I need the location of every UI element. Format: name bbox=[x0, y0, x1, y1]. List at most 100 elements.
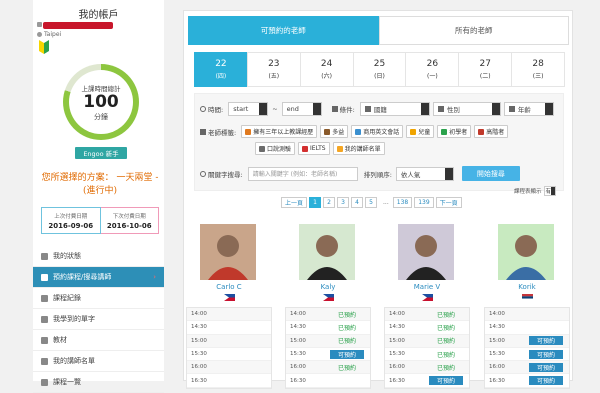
teacher-card[interactable]: Korik 14:00 14:30 15:00 可預約 15:30 可預約 16:00 可預約 1… bbox=[484, 216, 570, 389]
next-payment-box: 下次付費日期 2016-10-06 bbox=[100, 207, 159, 234]
tab-all-teachers[interactable]: 所有的老師 bbox=[378, 16, 569, 45]
teacher-card[interactable]: Kaly 14:00 已預約 14:30 已預約 15:00 已預約 15:30 可預約 16:0… bbox=[285, 216, 371, 389]
page-button[interactable]: 5 bbox=[365, 197, 378, 208]
teacher-name[interactable]: Carlo C bbox=[186, 283, 272, 291]
sidebar-item-label: 課程一覽 bbox=[53, 378, 81, 386]
teacher-tag-6[interactable]: 口說測驗 bbox=[255, 142, 296, 155]
teacher-tag-label: 初學者 bbox=[449, 129, 468, 136]
time-range-separator: ~ bbox=[272, 105, 278, 113]
keyword-input[interactable]: 請輸入關鍵字 (例如：老師名稱) bbox=[247, 166, 358, 181]
book-slot-button[interactable]: 可預約 bbox=[330, 349, 364, 359]
schedule-slot[interactable]: 14:30 已預約 bbox=[385, 321, 469, 335]
day-tab-25[interactable]: 25 (日) bbox=[352, 52, 407, 87]
teacher-tag-label: IELTS bbox=[310, 145, 326, 152]
book-slot-button[interactable]: 可預約 bbox=[529, 362, 563, 372]
page-button[interactable]: 139 bbox=[414, 197, 434, 208]
page-button[interactable]: 2 bbox=[323, 197, 336, 208]
schedule-slot[interactable]: 16:30 可預約 bbox=[485, 374, 569, 388]
schedule-slot[interactable]: 14:00 已預約 bbox=[286, 308, 370, 322]
teacher-name[interactable]: Korik bbox=[484, 283, 570, 291]
per-page-select[interactable]: 有 bbox=[543, 186, 556, 196]
schedule-slot[interactable]: 15:00 可預約 bbox=[485, 334, 569, 348]
teacher-photo[interactable] bbox=[398, 224, 454, 280]
prev-page-button[interactable]: 上一頁 bbox=[281, 197, 308, 208]
schedule-slot[interactable]: 16:30 可預約 bbox=[385, 374, 469, 388]
nationality-select[interactable]: 國籍 bbox=[359, 102, 430, 116]
slot-time: 14:30 bbox=[389, 324, 405, 331]
time-gauge: 上課時間總計 100 分鐘 bbox=[63, 64, 139, 140]
teacher-tag-1[interactable]: 多益 bbox=[320, 125, 349, 138]
teacher-tag-7[interactable]: IELTS bbox=[298, 142, 330, 155]
teacher-photo[interactable] bbox=[498, 224, 554, 280]
slot-time: 15:30 bbox=[290, 351, 306, 358]
per-page-value: 有 bbox=[545, 189, 552, 195]
day-tab-26[interactable]: 26 (一) bbox=[405, 52, 460, 87]
day-number: 27 bbox=[479, 59, 491, 69]
schedule-slot: 14:00 bbox=[187, 308, 271, 322]
teacher-tag-2[interactable]: 商用英文會話 bbox=[351, 125, 404, 138]
page-button[interactable]: 138 bbox=[392, 197, 413, 208]
page-button[interactable]: 4 bbox=[351, 197, 364, 208]
sort-value: 依人氣 bbox=[400, 170, 421, 179]
teacher-tag-3[interactable]: 兒童 bbox=[406, 125, 435, 138]
day-tab-28[interactable]: 28 (三) bbox=[511, 52, 566, 87]
table-icon bbox=[41, 378, 48, 386]
sidebar-item-6[interactable]: 課程一覽 bbox=[33, 372, 164, 393]
sort-select[interactable]: 依人氣 bbox=[395, 166, 454, 181]
schedule-slot[interactable]: 16:00 已預約 bbox=[385, 361, 469, 375]
teacher-tag-4[interactable]: 初學者 bbox=[437, 125, 472, 138]
schedule-slot[interactable]: 15:00 已預約 bbox=[286, 334, 370, 348]
sidebar-item-1[interactable]: 預約課程/搜尋講師 › bbox=[33, 267, 164, 288]
level-badge: Engoo 新手 bbox=[75, 147, 127, 159]
end-time-select[interactable]: end bbox=[281, 102, 322, 116]
flag-icon bbox=[364, 106, 371, 112]
sidebar-item-3[interactable]: 我學到的單字 bbox=[33, 309, 164, 330]
page-button[interactable]: 1 bbox=[309, 197, 322, 208]
day-tab-27[interactable]: 27 (二) bbox=[458, 52, 513, 87]
sidebar-item-2[interactable]: 課程紀錄 bbox=[33, 288, 164, 309]
teacher-name[interactable]: Kaly bbox=[285, 283, 371, 291]
schedule-slot[interactable]: 16:00 已預約 bbox=[286, 361, 370, 375]
tag-4-icon bbox=[441, 128, 448, 135]
teacher-photo[interactable] bbox=[299, 224, 355, 280]
schedule-slot[interactable]: 15:30 可預約 bbox=[286, 348, 370, 362]
keyword-label: 關鍵字搜尋: bbox=[208, 170, 243, 179]
location-icon bbox=[37, 32, 42, 37]
teacher-tag-5[interactable]: 高階者 bbox=[474, 125, 509, 138]
teacher-name[interactable]: Marie V bbox=[384, 283, 470, 291]
sidebar-item-label: 預約課程/搜尋講師 bbox=[53, 273, 112, 281]
teacher-card[interactable]: Marie V 14:00 已預約 14:30 已預約 15:00 已預約 15:30 已預約 1… bbox=[384, 216, 470, 389]
start-time-select[interactable]: start bbox=[228, 102, 269, 116]
day-tab-24[interactable]: 24 (六) bbox=[299, 52, 354, 87]
schedule-slot[interactable]: 15:00 已預約 bbox=[385, 334, 469, 348]
teacher-tag-0[interactable]: 擁有三年以上教課經歷 bbox=[241, 125, 318, 138]
gender-select[interactable]: 性別 bbox=[432, 102, 501, 116]
day-tab-23[interactable]: 23 (五) bbox=[246, 52, 301, 87]
book-slot-button[interactable]: 可預約 bbox=[529, 349, 563, 359]
tab-available-teachers[interactable]: 可預約的老師 bbox=[188, 16, 379, 45]
age-select[interactable]: 年齡 bbox=[503, 102, 554, 116]
booked-status: 已預約 bbox=[337, 364, 356, 372]
schedule-slot[interactable]: 14:00 已預約 bbox=[385, 308, 469, 322]
page-button[interactable]: 3 bbox=[337, 197, 350, 208]
next-page-button[interactable]: 下一頁 bbox=[435, 197, 462, 208]
star-icon bbox=[41, 357, 48, 365]
book-slot-button[interactable]: 可預約 bbox=[529, 336, 563, 346]
sidebar-item-4[interactable]: 教材 bbox=[33, 330, 164, 351]
schedule-slot: 15:30 bbox=[187, 348, 271, 362]
slot-time: 16:00 bbox=[389, 364, 405, 371]
plan-text: 您所選擇的方案： 一天兩堂 - (進行中) bbox=[41, 173, 159, 196]
search-button[interactable]: 開始搜尋 bbox=[461, 166, 520, 181]
location-row: Taipei bbox=[37, 31, 61, 38]
teacher-card[interactable]: Carlo C 14:00 14:30 15:00 15:30 16:00 16:30 bbox=[186, 216, 272, 389]
teacher-photo[interactable] bbox=[200, 224, 256, 280]
schedule-slot[interactable]: 15:30 可預約 bbox=[485, 348, 569, 362]
schedule-slot[interactable]: 15:30 已預約 bbox=[385, 348, 469, 362]
schedule-slot[interactable]: 16:00 可預約 bbox=[485, 361, 569, 375]
sidebar-item-label: 我學到的單字 bbox=[53, 315, 95, 323]
teacher-tag-8[interactable]: 我的講師名單 bbox=[332, 142, 385, 155]
day-tab-22[interactable]: 22 (四) bbox=[194, 52, 248, 87]
sidebar-item-0[interactable]: 我的狀態 bbox=[33, 246, 164, 267]
sidebar-item-5[interactable]: 我的講師名單 bbox=[33, 351, 164, 372]
schedule-slot[interactable]: 14:30 已預約 bbox=[286, 321, 370, 335]
